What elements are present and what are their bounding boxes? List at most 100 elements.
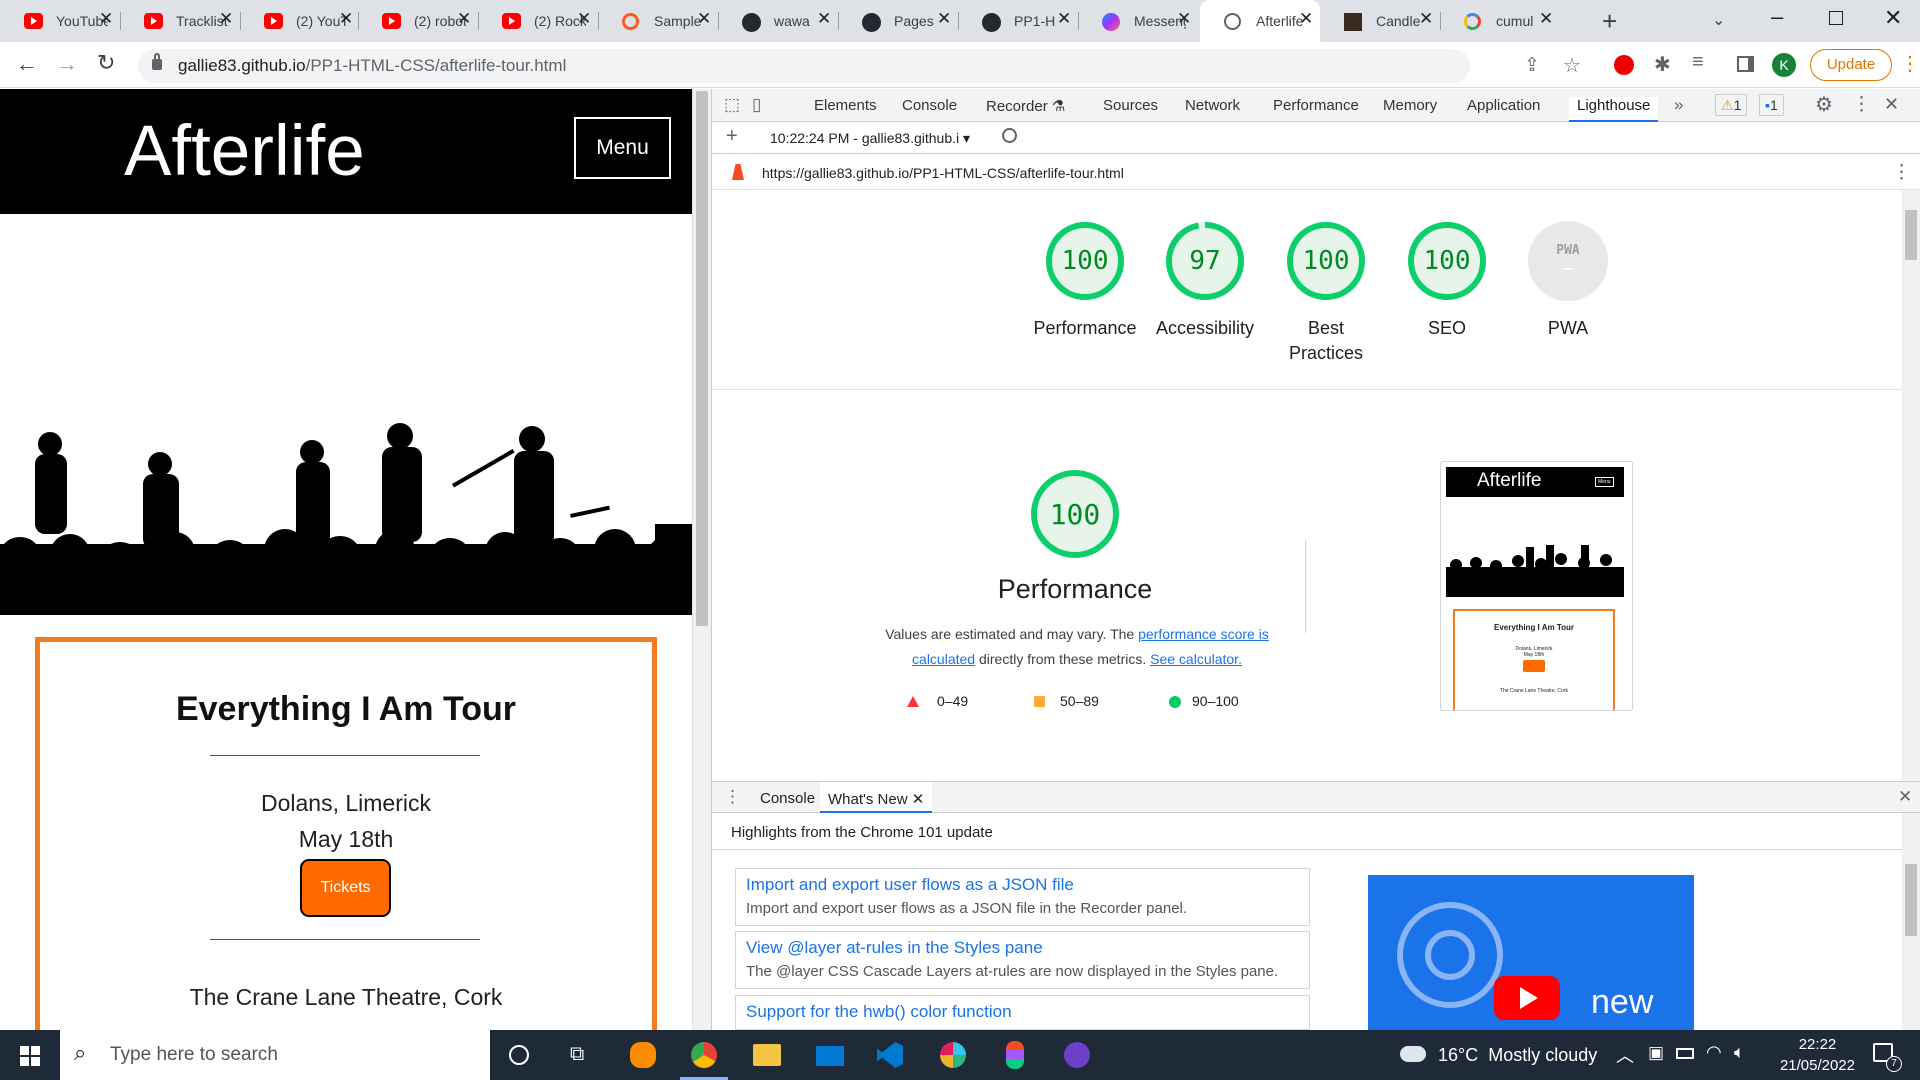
- devtools-tab-memory[interactable]: Memory: [1383, 97, 1437, 114]
- whats-new-card[interactable]: Support for the hwb() color function: [735, 995, 1310, 1030]
- new-report-icon[interactable]: +: [726, 125, 738, 148]
- chrome-icon[interactable]: [691, 1042, 717, 1068]
- browser-tab[interactable]: wawa ✕: [718, 0, 838, 42]
- browser-tab[interactable]: Pages ✕: [838, 0, 958, 42]
- site-title[interactable]: Afterlife: [124, 111, 365, 192]
- weather-text[interactable]: 16°C Mostly cloudy: [1438, 1045, 1597, 1066]
- report-menu-icon[interactable]: ⋮: [1892, 161, 1911, 184]
- media-control-icon[interactable]: ≡: [1692, 51, 1704, 74]
- warnings-badge[interactable]: ⚠1: [1715, 94, 1748, 116]
- browser-tab[interactable]: Afterlife ✕: [1200, 0, 1320, 42]
- tab-search-icon[interactable]: ⌄: [1712, 10, 1725, 30]
- share-icon[interactable]: ⇪: [1524, 54, 1540, 77]
- bookmark-star-icon[interactable]: ☆: [1563, 53, 1581, 78]
- whats-new-title[interactable]: Support for the hwb() color function: [746, 1002, 1299, 1022]
- slack-icon[interactable]: [940, 1042, 966, 1068]
- devtools-tab-sources[interactable]: Sources: [1103, 97, 1158, 114]
- close-tab-icon[interactable]: ✕: [339, 9, 353, 29]
- close-whats-new-icon[interactable]: ✕: [912, 791, 925, 808]
- device-toolbar-icon[interactable]: ▯: [752, 95, 761, 115]
- browser-tab[interactable]: Messenger✕: [1078, 0, 1200, 42]
- settings-gear-icon[interactable]: ⚙: [1815, 92, 1833, 117]
- extensions-icon[interactable]: ✱: [1654, 52, 1671, 77]
- inspect-element-icon[interactable]: ⬚: [724, 95, 740, 115]
- close-drawer-icon[interactable]: ✕: [1898, 787, 1912, 807]
- menu-button[interactable]: Menu: [574, 117, 671, 179]
- forward-icon[interactable]: →: [56, 51, 78, 77]
- whats-new-card[interactable]: View @layer at-rules in the Styles pane T…: [735, 931, 1310, 989]
- close-tab-icon[interactable]: ✕: [1419, 9, 1433, 29]
- task-view-icon[interactable]: ⧉: [570, 1043, 584, 1066]
- page-scrollbar-track[interactable]: [692, 89, 711, 1030]
- score-gauge-best-practices[interactable]: 100: [1285, 220, 1367, 302]
- meet-now-icon[interactable]: ▣: [1648, 1043, 1664, 1063]
- fl-studio-icon[interactable]: [630, 1042, 656, 1068]
- whats-new-card[interactable]: Import and export user flows as a JSON f…: [735, 868, 1310, 926]
- close-tab-icon[interactable]: ✕: [697, 9, 711, 29]
- adblock-extension-icon[interactable]: [1614, 55, 1634, 75]
- clock-date[interactable]: 21/05/2022: [1770, 1057, 1865, 1074]
- browser-tab[interactable]: Candle ✕: [1320, 0, 1440, 42]
- close-tab-icon[interactable]: ✕: [1057, 9, 1071, 29]
- browser-tab[interactable]: Sample ✕: [598, 0, 718, 42]
- calculator-link[interactable]: See calculator.: [1150, 651, 1242, 667]
- close-tab-icon[interactable]: ✕: [937, 9, 951, 29]
- maximize-button[interactable]: [1829, 11, 1843, 25]
- reload-icon[interactable]: ↻: [97, 50, 115, 76]
- vscode-icon[interactable]: [877, 1042, 903, 1068]
- devtools-tab-performance[interactable]: Performance: [1273, 97, 1359, 114]
- browser-tab[interactable]: (2) robot ✕: [358, 0, 478, 42]
- close-tab-icon[interactable]: ✕: [219, 9, 233, 29]
- report-url[interactable]: https://gallie83.github.io/PP1-HTML-CSS/…: [762, 165, 1124, 181]
- devtools-tab-console[interactable]: Console: [902, 97, 957, 114]
- tickets-button[interactable]: Tickets: [300, 859, 391, 917]
- windows-start-icon[interactable]: [20, 1046, 40, 1066]
- lighthouse-scrollbar[interactable]: [1902, 190, 1920, 870]
- close-tab-icon[interactable]: ✕: [577, 9, 591, 29]
- file-explorer-icon[interactable]: [753, 1044, 781, 1066]
- browser-tab[interactable]: YouTube ✕: [0, 0, 120, 42]
- mail-icon[interactable]: [816, 1046, 844, 1066]
- devtools-tab-lighthouse[interactable]: Lighthouse: [1569, 97, 1659, 122]
- close-window-button[interactable]: ✕: [1884, 5, 1902, 31]
- score-gauge-pwa[interactable]: PWA —: [1527, 220, 1609, 302]
- drawer-scrollbar[interactable]: [1902, 850, 1920, 1030]
- close-tab-icon[interactable]: ✕: [457, 9, 471, 29]
- tray-chevron-icon[interactable]: ︿: [1616, 1042, 1634, 1068]
- report-selector[interactable]: 10:22:24 PM - gallie83.github.i ▾: [770, 130, 970, 147]
- new-tab-button[interactable]: +: [1602, 6, 1617, 37]
- devtools-menu-icon[interactable]: ⋮: [1852, 93, 1871, 116]
- minimize-button[interactable]: –: [1771, 4, 1783, 30]
- whats-new-video[interactable]: new: [1368, 875, 1694, 1030]
- browser-menu-icon[interactable]: ⋮: [1900, 51, 1920, 76]
- page-scrollbar-thumb[interactable]: [696, 91, 708, 626]
- github-desktop-icon[interactable]: [1064, 1042, 1090, 1068]
- clock-time[interactable]: 22:22: [1790, 1036, 1845, 1053]
- side-panel-icon[interactable]: [1737, 56, 1754, 72]
- lighthouse-scrollbar-thumb[interactable]: [1905, 210, 1917, 260]
- browser-tab[interactable]: PP1-H ✕: [958, 0, 1078, 42]
- whats-new-title[interactable]: Import and export user flows as a JSON f…: [746, 875, 1299, 895]
- battery-icon[interactable]: [1676, 1048, 1694, 1059]
- close-devtools-icon[interactable]: ✕: [1884, 94, 1899, 115]
- taskbar-search-box[interactable]: ⌕ Type here to search: [60, 1030, 490, 1080]
- drawer-tab-whats-new[interactable]: What's New ✕: [820, 782, 933, 813]
- drawer-menu-icon[interactable]: ⋮: [724, 787, 741, 807]
- messages-badge[interactable]: ▪1: [1759, 94, 1784, 116]
- drawer-tab-console[interactable]: Console: [760, 790, 815, 807]
- omnibox[interactable]: gallie83.github.io/PP1-HTML-CSS/afterlif…: [138, 49, 1581, 83]
- devtools-tab-application[interactable]: Application: [1467, 97, 1540, 114]
- close-tab-icon[interactable]: ✕: [1299, 9, 1313, 29]
- devtools-tab-recorder[interactable]: Recorder ⚗: [986, 97, 1065, 115]
- final-screenshot-thumbnail[interactable]: Afterlife Menu Everything I Am Tour Dola…: [1440, 461, 1633, 711]
- browser-tab[interactable]: Tracklist ✕: [120, 0, 240, 42]
- clear-reports-icon[interactable]: [1002, 128, 1017, 143]
- devtools-tab-network[interactable]: Network: [1185, 97, 1240, 114]
- update-button[interactable]: Update: [1810, 49, 1892, 81]
- close-tab-icon[interactable]: ✕: [817, 9, 831, 29]
- browser-tab[interactable]: cumul ✕: [1440, 0, 1560, 42]
- cortana-icon[interactable]: [509, 1045, 529, 1065]
- close-tab-icon[interactable]: ✕: [1177, 9, 1191, 29]
- close-tab-icon[interactable]: ✕: [99, 9, 113, 29]
- drawer-scrollbar-thumb[interactable]: [1905, 864, 1917, 936]
